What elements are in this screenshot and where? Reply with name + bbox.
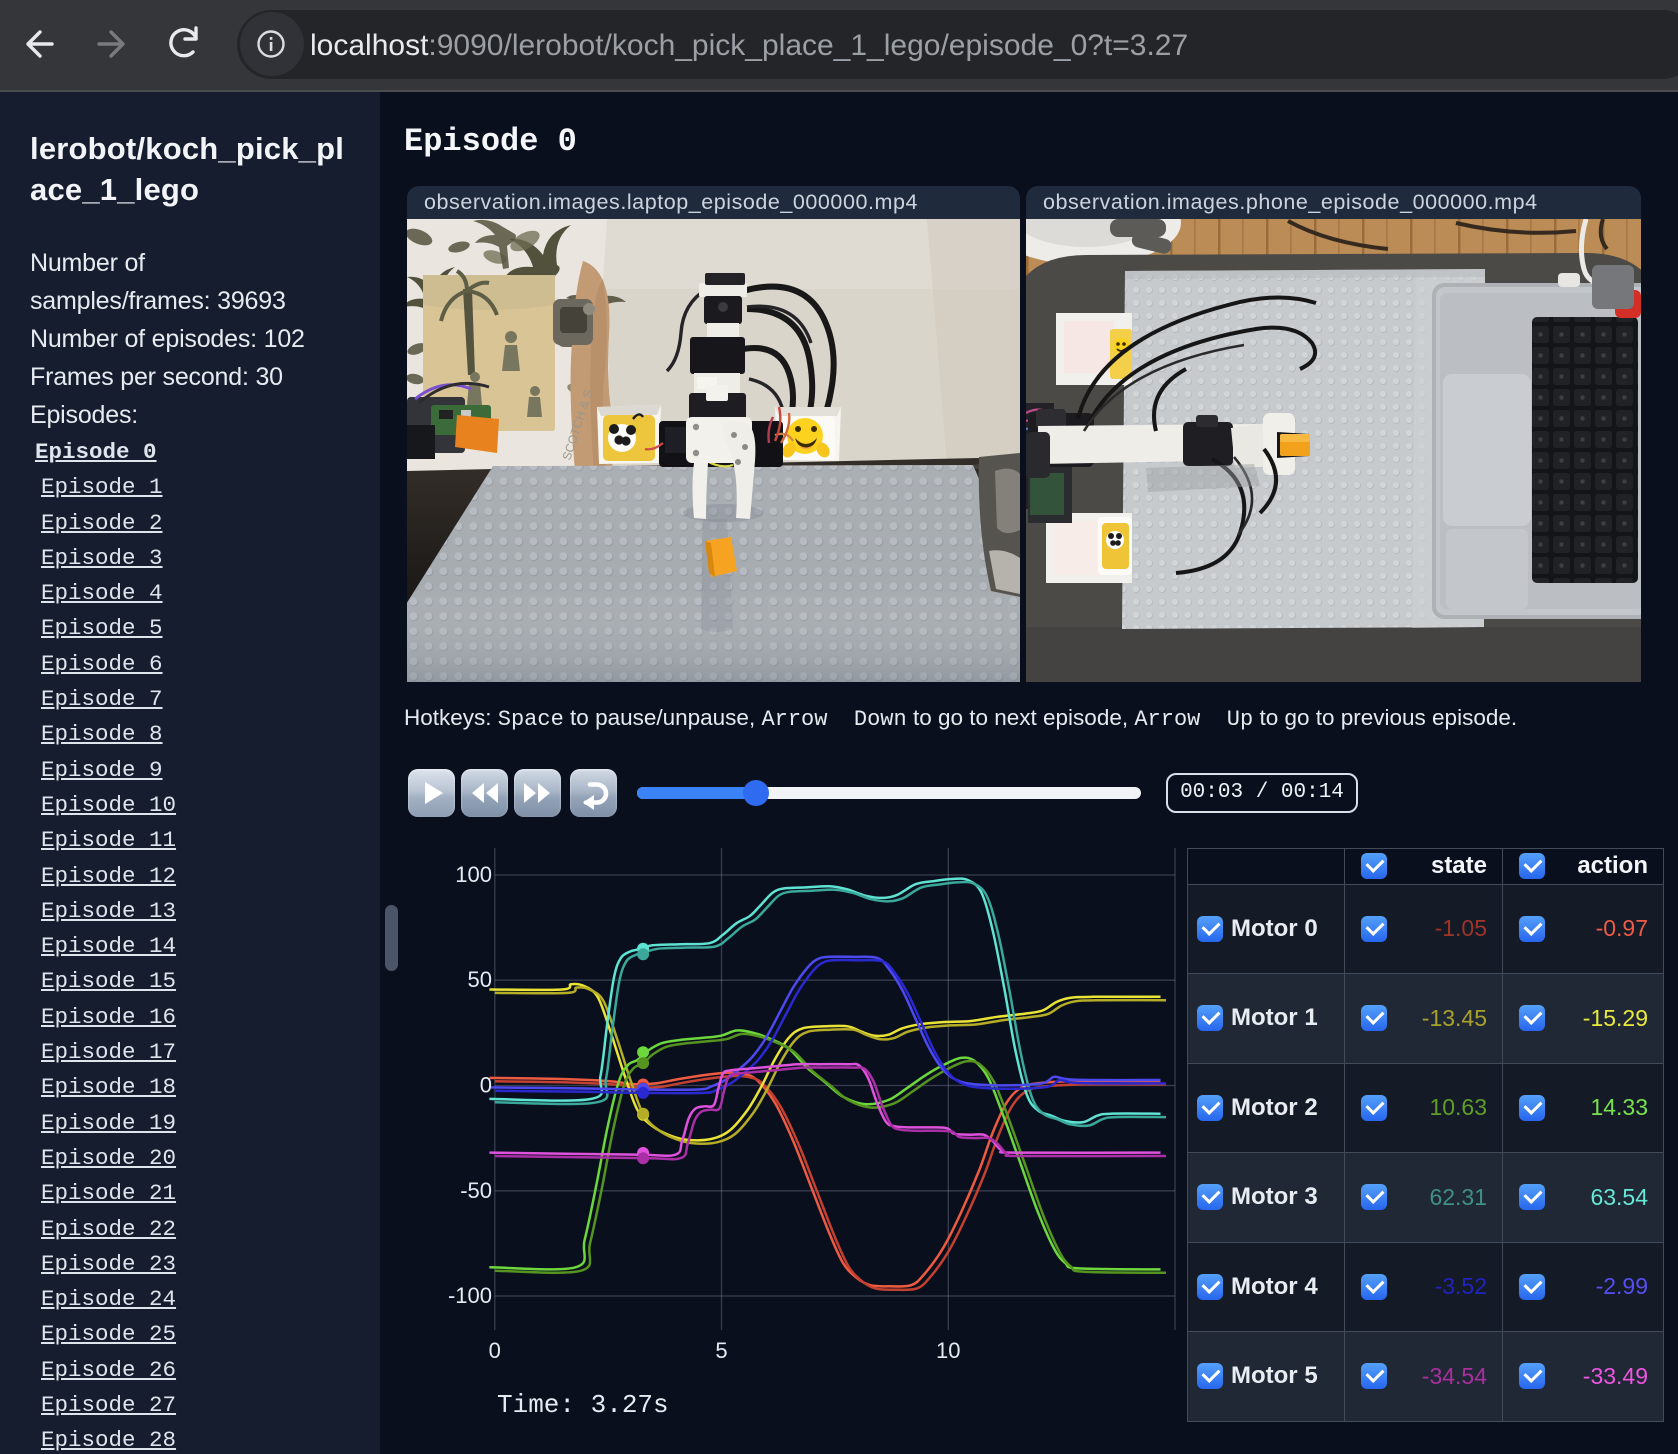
svg-text:100: 100 (455, 862, 492, 887)
svg-text:5: 5 (715, 1338, 727, 1363)
svg-text:10: 10 (936, 1338, 960, 1363)
svg-text:0: 0 (489, 1338, 501, 1363)
svg-text:-50: -50 (460, 1178, 492, 1203)
svg-text:0: 0 (480, 1073, 492, 1098)
svg-text:-100: -100 (448, 1283, 492, 1308)
svg-text:50: 50 (468, 967, 492, 992)
svg-text:Time: 3.27s: Time: 3.27s (497, 1390, 669, 1420)
